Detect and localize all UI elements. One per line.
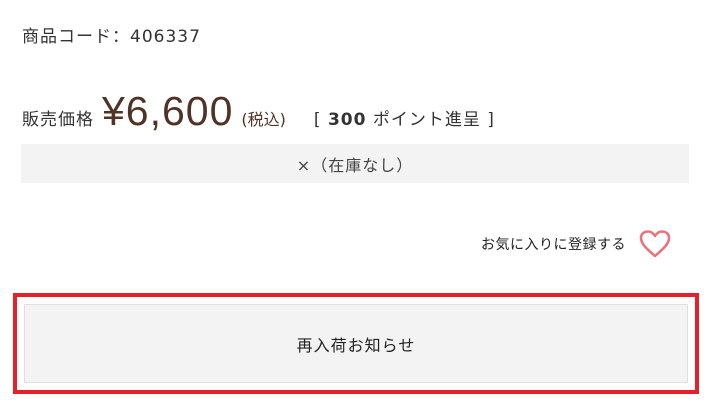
- restock-button-label: 再入荷お知らせ: [296, 335, 416, 355]
- tax-note: (税込): [241, 110, 286, 129]
- price-value: ¥6,600: [102, 88, 234, 134]
- points-value: 300: [327, 110, 367, 130]
- points-info: [ 300 ポイント進呈 ]: [314, 105, 495, 130]
- restock-highlight-frame: 再入荷お知らせ: [13, 293, 699, 394]
- favorite-label: お気に入りに登録する: [481, 237, 626, 253]
- stock-status-bar: ×（在庫なし）: [21, 144, 689, 183]
- restock-notify-button[interactable]: 再入荷お知らせ: [24, 304, 688, 383]
- points-open: [: [313, 110, 328, 130]
- points-suffix: ポイント進呈 ]: [366, 110, 495, 130]
- price-label: 販売価格: [22, 110, 94, 130]
- heart-outline-icon[interactable]: [638, 229, 672, 259]
- stock-status: ×（在庫なし）: [296, 155, 414, 175]
- add-to-favorites-link[interactable]: お気に入りに登録する: [481, 229, 672, 259]
- product-code: 商品コード：406337: [22, 27, 201, 47]
- price-row: 販売価格 ¥6,600 (税込) [ 300 ポイント進呈 ]: [22, 88, 495, 138]
